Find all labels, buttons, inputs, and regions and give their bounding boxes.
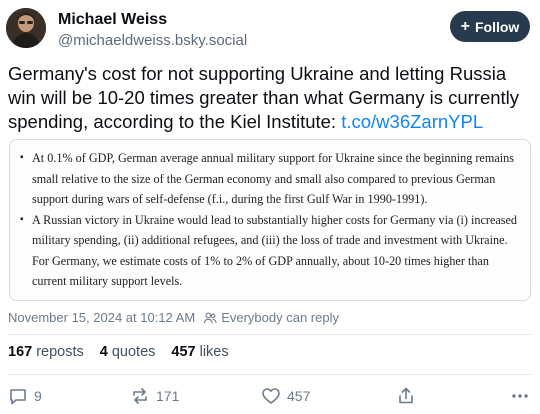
more-options-button[interactable] — [510, 386, 530, 406]
reposts-label: reposts — [36, 344, 84, 360]
avatar[interactable] — [6, 8, 46, 48]
bullet-icon: ▪ — [20, 213, 24, 225]
avatar-image — [6, 8, 46, 48]
divider — [8, 374, 532, 375]
heart-icon — [262, 388, 280, 404]
reposts-count: 167 — [8, 344, 33, 360]
likes-label: likes — [199, 344, 229, 360]
quotes-label: quotes — [111, 344, 156, 360]
action-bar: 9 171 457 — [8, 385, 532, 407]
repost-button[interactable]: 171 — [130, 386, 179, 406]
likes-count: 457 — [171, 344, 196, 360]
image-bullet-text: At 0.1% of GDP, German average annual mi… — [32, 151, 514, 206]
reply-icon — [10, 389, 26, 405]
image-bullet-1: ▪ At 0.1% of GDP, German average annual … — [18, 148, 520, 210]
plus-icon: + — [460, 17, 470, 35]
post-meta: November 15, 2024 at 10:12 AM Everybody … — [8, 310, 339, 325]
follow-label: Follow — [475, 18, 520, 35]
reposts-stat[interactable]: 167 reposts — [8, 344, 84, 360]
post-timestamp[interactable]: November 15, 2024 at 10:12 AM — [8, 310, 195, 325]
people-icon — [203, 312, 217, 323]
image-bullet-2: ▪ A Russian victory in Ukraine would lea… — [18, 210, 520, 292]
like-count: 457 — [287, 388, 311, 404]
more-icon — [512, 394, 528, 398]
repost-icon — [133, 388, 147, 404]
embedded-image[interactable]: ▪ At 0.1% of GDP, German average annual … — [9, 139, 531, 301]
reply-setting: Everybody can reply — [203, 310, 339, 325]
divider — [8, 334, 532, 335]
author-display-name[interactable]: Michael Weiss — [58, 10, 247, 30]
reply-button[interactable]: 9 — [8, 386, 42, 406]
post-link[interactable]: t.co/w36ZarnYPL — [341, 111, 483, 132]
share-button[interactable] — [396, 386, 416, 406]
share-icon — [399, 387, 413, 404]
image-bullet-text: A Russian victory in Ukraine would lead … — [32, 212, 518, 289]
quotes-stat[interactable]: 4 quotes — [100, 344, 156, 360]
like-button[interactable]: 457 — [261, 386, 310, 406]
reply-setting-label: Everybody can reply — [221, 310, 339, 325]
post-stats: 167 reposts 4 quotes 457 likes — [8, 344, 229, 360]
author-handle[interactable]: @michaeldweiss.bsky.social — [58, 31, 247, 51]
author-block: Michael Weiss @michaeldweiss.bsky.social — [58, 10, 247, 51]
post-card: Michael Weiss @michaeldweiss.bsky.social… — [0, 0, 540, 414]
likes-stat[interactable]: 457 likes — [171, 344, 228, 360]
bullet-icon: ▪ — [20, 152, 24, 163]
post-text: Germany's cost for not supporting Ukrain… — [8, 62, 530, 134]
quotes-count: 4 — [99, 344, 108, 360]
follow-button[interactable]: + Follow — [450, 11, 530, 42]
reply-count: 9 — [34, 388, 42, 404]
repost-count: 171 — [156, 388, 180, 404]
